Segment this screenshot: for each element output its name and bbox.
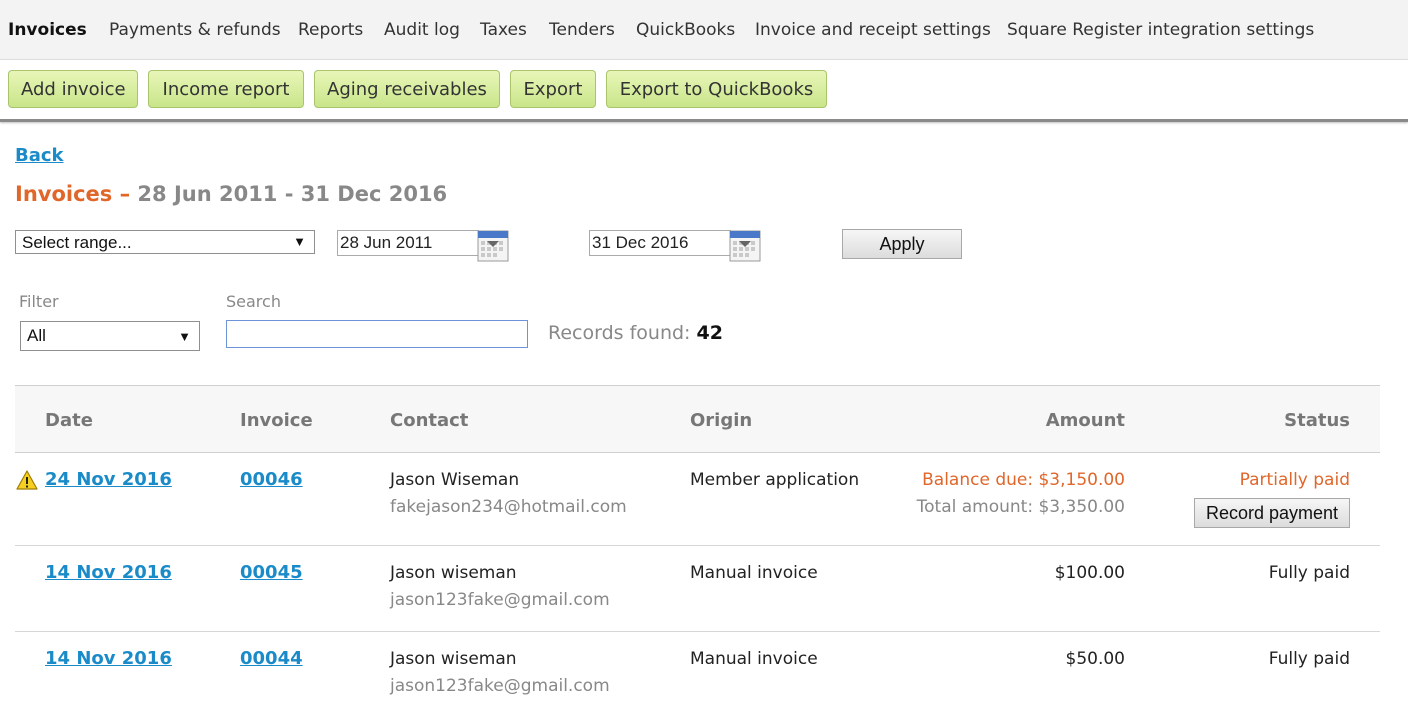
column-header-status[interactable]: Status: [1284, 410, 1350, 431]
column-header-origin[interactable]: Origin: [690, 410, 752, 431]
search-label: Search: [226, 292, 281, 311]
warning-icon: [16, 470, 38, 490]
filter-select[interactable]: All ▼: [20, 321, 200, 351]
status-badge: Partially paid: [1239, 470, 1350, 490]
aging-receivables-button[interactable]: Aging receivables: [314, 70, 500, 108]
contact-email: jason123fake@gmail.com: [390, 590, 610, 610]
export-button[interactable]: Export: [510, 70, 596, 108]
date-from-input[interactable]: 28 Jun 2011: [337, 230, 479, 256]
tab-taxes[interactable]: Taxes: [480, 20, 527, 40]
contact-name: Jason Wiseman: [390, 470, 520, 490]
invoice-date-link[interactable]: 14 Nov 2016: [45, 562, 172, 583]
page-title-dash: –: [119, 182, 131, 206]
table-header: Date Invoice Contact Origin Amount Statu…: [15, 385, 1380, 453]
tab-payments-refunds[interactable]: Payments & refunds: [109, 20, 281, 40]
filter-label: Filter: [19, 292, 59, 311]
total-amount: Total amount: $3,350.00: [916, 497, 1125, 517]
tab-invoices[interactable]: Invoices: [8, 20, 87, 40]
chevron-down-icon: ▼: [293, 234, 306, 249]
tab-quickbooks[interactable]: QuickBooks: [636, 20, 735, 40]
invoice-number-link[interactable]: 00046: [240, 469, 303, 490]
contact-name: Jason wiseman: [390, 563, 517, 583]
tab-tenders[interactable]: Tenders: [549, 20, 615, 40]
contact-email: fakejason234@hotmail.com: [390, 497, 627, 517]
invoice-amount: $100.00: [1054, 563, 1125, 583]
search-input[interactable]: [226, 320, 528, 348]
chevron-down-icon: ▼: [178, 329, 191, 344]
table-row: 24 Nov 2016 00046 Jason Wiseman fakejaso…: [15, 453, 1380, 546]
invoice-number-link[interactable]: 00044: [240, 648, 303, 669]
invoices-table: Date Invoice Contact Origin Amount Statu…: [15, 385, 1380, 718]
income-report-button[interactable]: Income report: [148, 70, 304, 108]
balance-due: Balance due: $3,150.00: [922, 470, 1125, 490]
top-navigation: Invoices Payments & refunds Reports Audi…: [0, 0, 1408, 60]
page-title-main: Invoices: [15, 182, 113, 206]
page-title-range: 28 Jun 2011 - 31 Dec 2016: [137, 182, 448, 206]
export-quickbooks-button[interactable]: Export to QuickBooks: [606, 70, 827, 108]
tab-reports[interactable]: Reports: [298, 20, 363, 40]
invoice-date-link[interactable]: 14 Nov 2016: [45, 648, 172, 669]
invoice-origin: Member application: [690, 470, 860, 490]
tab-square-register-settings[interactable]: Square Register integration settings: [1007, 20, 1314, 40]
invoice-amount: $50.00: [1065, 649, 1125, 669]
contact-name: Jason wiseman: [390, 649, 517, 669]
calendar-icon[interactable]: [729, 230, 761, 262]
filter-select-value: All: [27, 326, 46, 345]
invoice-number-link[interactable]: 00045: [240, 562, 303, 583]
column-header-invoice[interactable]: Invoice: [240, 410, 313, 431]
table-row: 14 Nov 2016 00044 Jason wiseman jason123…: [15, 632, 1380, 718]
tab-audit-log[interactable]: Audit log: [384, 20, 460, 40]
invoice-date-link[interactable]: 24 Nov 2016: [45, 469, 172, 490]
status-badge: Fully paid: [1268, 649, 1350, 669]
calendar-icon[interactable]: [477, 230, 509, 262]
action-toolbar: Add invoice Income report Aging receivab…: [0, 60, 1408, 122]
column-header-contact[interactable]: Contact: [390, 410, 468, 431]
invoice-origin: Manual invoice: [690, 563, 818, 583]
column-header-amount[interactable]: Amount: [1046, 410, 1125, 431]
records-found-label: Records found:: [548, 322, 691, 344]
add-invoice-button[interactable]: Add invoice: [8, 70, 138, 108]
apply-button[interactable]: Apply: [842, 229, 962, 259]
record-payment-button[interactable]: Record payment: [1194, 498, 1350, 528]
status-badge: Fully paid: [1268, 563, 1350, 583]
range-select-value: Select range...: [22, 233, 132, 252]
invoice-origin: Manual invoice: [690, 649, 818, 669]
page-title: Invoices – 28 Jun 2011 - 31 Dec 2016: [15, 182, 447, 206]
contact-email: jason123fake@gmail.com: [390, 676, 610, 696]
date-to-input[interactable]: 31 Dec 2016: [589, 230, 731, 256]
records-found-count: 42: [696, 322, 723, 344]
back-link[interactable]: Back: [15, 145, 64, 166]
table-row: 14 Nov 2016 00045 Jason wiseman jason123…: [15, 546, 1380, 632]
column-header-date[interactable]: Date: [45, 410, 93, 431]
records-found: Records found: 42: [548, 322, 723, 344]
tab-invoice-receipt-settings[interactable]: Invoice and receipt settings: [755, 20, 991, 40]
range-select[interactable]: Select range... ▼: [15, 230, 315, 254]
